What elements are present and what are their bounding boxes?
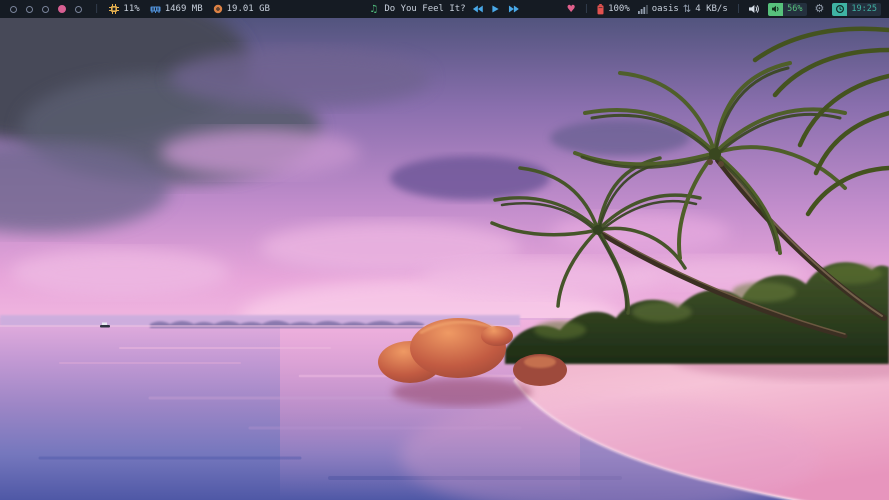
updown-arrows-icon: ⇅ [683, 4, 691, 15]
clock-icon [836, 5, 844, 13]
player-module: ♫ Do You Feel It? [369, 0, 519, 18]
music-note-icon: ♫ [369, 4, 378, 15]
memory-value: 1469 MB [165, 4, 203, 14]
ram-icon [150, 5, 161, 14]
cpu-value: 11% [123, 4, 139, 14]
battery-value: 100% [608, 4, 630, 14]
clock-value: 19:25 [847, 3, 881, 16]
separator: | [94, 0, 99, 18]
workspace-dot-5[interactable] [75, 6, 82, 13]
signal-bars-icon [638, 5, 648, 14]
heart-icon[interactable]: ♥ [567, 4, 576, 15]
play-button[interactable] [490, 3, 502, 15]
disk-module[interactable]: 19.01 GB [213, 4, 270, 14]
gear-icon[interactable]: ⚙ [815, 0, 825, 18]
workspace-dot-1[interactable] [10, 6, 17, 13]
next-button[interactable] [508, 3, 520, 15]
workspace-dot-2[interactable] [26, 6, 33, 13]
memory-module[interactable]: 1469 MB [150, 4, 203, 14]
network-speed: 4 KB/s [695, 4, 728, 14]
next-icon [509, 5, 519, 13]
cpu-chip-icon [109, 4, 119, 14]
battery-module[interactable]: 100% [597, 4, 630, 15]
battery-icon [597, 4, 604, 15]
previous-button[interactable] [472, 3, 484, 15]
workspace-dot-4[interactable] [58, 5, 66, 13]
separator: | [584, 0, 589, 18]
wallpaper [0, 18, 889, 500]
volume-badge[interactable]: 56% [768, 3, 806, 16]
workspaces [10, 5, 84, 13]
workspace-dot-3[interactable] [42, 6, 49, 13]
song-title[interactable]: Do You Feel It? [384, 4, 465, 14]
previous-icon [473, 5, 483, 13]
clock-badge[interactable]: 19:25 [832, 3, 881, 16]
speaker-icon[interactable] [749, 4, 760, 14]
separator: | [736, 0, 741, 18]
desktop: | 11% [0, 0, 889, 500]
bar-right-section: ♥ | 100% oas [567, 0, 889, 18]
network-module[interactable]: oasis ⇅ 4 KB/s [638, 4, 728, 15]
disk-value: 19.01 GB [227, 4, 270, 14]
play-icon [492, 5, 499, 13]
disk-icon [213, 4, 223, 14]
network-ssid: oasis [652, 4, 679, 14]
cpu-module[interactable]: 11% [109, 4, 139, 14]
volume-icon [772, 5, 780, 13]
status-bar: | 11% [0, 0, 889, 18]
volume-value: 56% [783, 3, 806, 16]
